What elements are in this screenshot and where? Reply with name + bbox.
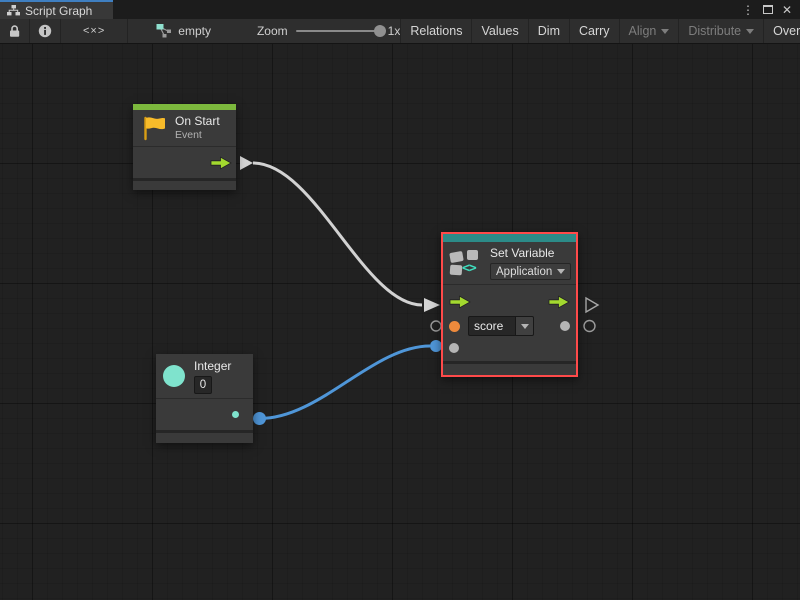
integer-header: Integer	[156, 354, 253, 399]
script-graph-window: Script Graph ⋮ ✕ <×>	[0, 0, 800, 600]
set-variable-icon: <>	[450, 250, 483, 277]
onstart-header: On Start Event	[133, 110, 236, 147]
graph-name-label: empty	[178, 24, 211, 38]
setvariable-name-row	[443, 315, 576, 337]
value-output-port[interactable]	[560, 321, 570, 331]
graph-toolbar: <×> empty Zoom 1x Relations Values Dim C…	[0, 19, 800, 44]
flow-output-port-arrow-icon[interactable]	[548, 295, 570, 309]
scope-value: Application	[496, 266, 552, 278]
onstart-footer	[133, 181, 236, 190]
onstart-port-row	[133, 147, 236, 178]
caret-down-icon	[521, 324, 529, 329]
zoom-slider-handle[interactable]	[374, 25, 386, 37]
node-integer[interactable]: Integer	[156, 354, 253, 443]
integer-title: Integer	[194, 359, 231, 374]
setvariable-header: <> Set Variable Application	[443, 242, 576, 285]
relations-button[interactable]: Relations	[400, 19, 472, 43]
values-button[interactable]: Values	[472, 19, 528, 43]
graph-canvas[interactable]: On Start Event <>	[0, 44, 800, 600]
toolbar-right-group: Relations Values Dim Carry Align Distrib…	[400, 19, 800, 43]
dim-button[interactable]: Dim	[529, 19, 570, 43]
flow-input-port-arrow-icon[interactable]	[449, 295, 471, 309]
setvariable-flow-output-port-outer[interactable]	[586, 298, 598, 312]
window-menu-icon[interactable]: ⋮	[742, 4, 754, 16]
node-set-variable[interactable]: <> Set Variable Application	[441, 232, 578, 377]
info-icon	[38, 24, 52, 38]
zoom-slider-track[interactable]	[296, 30, 380, 32]
setvariable-value-input-port-outer[interactable]	[431, 321, 441, 331]
caret-down-icon	[661, 29, 669, 34]
lock-icon	[8, 24, 21, 38]
integer-footer	[156, 433, 253, 443]
value-input-port[interactable]	[449, 343, 459, 353]
graph-breadcrumb[interactable]: empty	[128, 19, 221, 43]
graph-hierarchy-icon	[7, 5, 20, 16]
onstart-flow-output-connector[interactable]	[240, 156, 253, 170]
flag-icon	[140, 115, 167, 141]
variable-name-field-group	[468, 316, 534, 336]
connection-layer	[0, 44, 800, 600]
tab-script-graph[interactable]: Script Graph	[0, 0, 113, 19]
integer-value-output-connector[interactable]	[253, 412, 266, 425]
variable-name-input-port[interactable]	[449, 321, 460, 332]
node-on-start[interactable]: On Start Event	[133, 104, 236, 190]
carry-button[interactable]: Carry	[570, 19, 620, 43]
integer-value-input[interactable]	[194, 376, 212, 394]
variable-name-dropdown-button[interactable]	[516, 316, 534, 336]
window-controls: ⋮ ✕	[742, 0, 800, 19]
graph-node-icon	[156, 23, 172, 39]
setvariable-footer	[443, 364, 576, 375]
onstart-subtitle: Event	[175, 129, 220, 143]
code-preview-button[interactable]: <×>	[61, 19, 128, 43]
integer-port-row	[156, 399, 253, 430]
setvariable-value-row	[443, 337, 576, 359]
zoom-value: 1x	[388, 24, 401, 38]
maximize-icon[interactable]	[763, 5, 773, 14]
integer-circle-icon	[163, 365, 185, 387]
close-icon[interactable]: ✕	[782, 4, 792, 16]
setvariable-flow-input-connector[interactable]	[424, 298, 440, 312]
align-button[interactable]: Align	[620, 19, 680, 43]
flow-wire-onstart-to-setvariable[interactable]	[253, 163, 422, 305]
variable-accent-bar	[443, 234, 576, 242]
title-bar: Script Graph ⋮ ✕	[0, 0, 800, 19]
setvariable-flow-row	[443, 289, 576, 315]
flow-output-port-arrow-icon[interactable]	[210, 156, 232, 170]
code-angle-brackets-icon: <>	[462, 261, 476, 276]
setvariable-title: Set Variable	[490, 246, 571, 261]
zoom-control: Zoom 1x	[257, 19, 400, 43]
onstart-title: On Start	[175, 114, 220, 129]
setvariable-value-output-port-outer[interactable]	[584, 321, 595, 332]
tab-label: Script Graph	[25, 4, 92, 18]
lock-button[interactable]	[0, 19, 30, 43]
variable-name-input[interactable]	[468, 316, 516, 336]
info-button[interactable]	[30, 19, 61, 43]
integer-output-port[interactable]	[232, 411, 239, 418]
caret-down-icon	[746, 29, 754, 34]
caret-down-icon	[557, 269, 565, 274]
variable-scope-dropdown[interactable]: Application	[490, 263, 571, 280]
zoom-label: Zoom	[257, 24, 288, 38]
code-icon: <×>	[83, 25, 105, 37]
overview-button[interactable]: Overview	[764, 19, 800, 43]
distribute-button[interactable]: Distribute	[679, 19, 764, 43]
value-wire-integer-to-setvariable[interactable]	[260, 346, 430, 419]
